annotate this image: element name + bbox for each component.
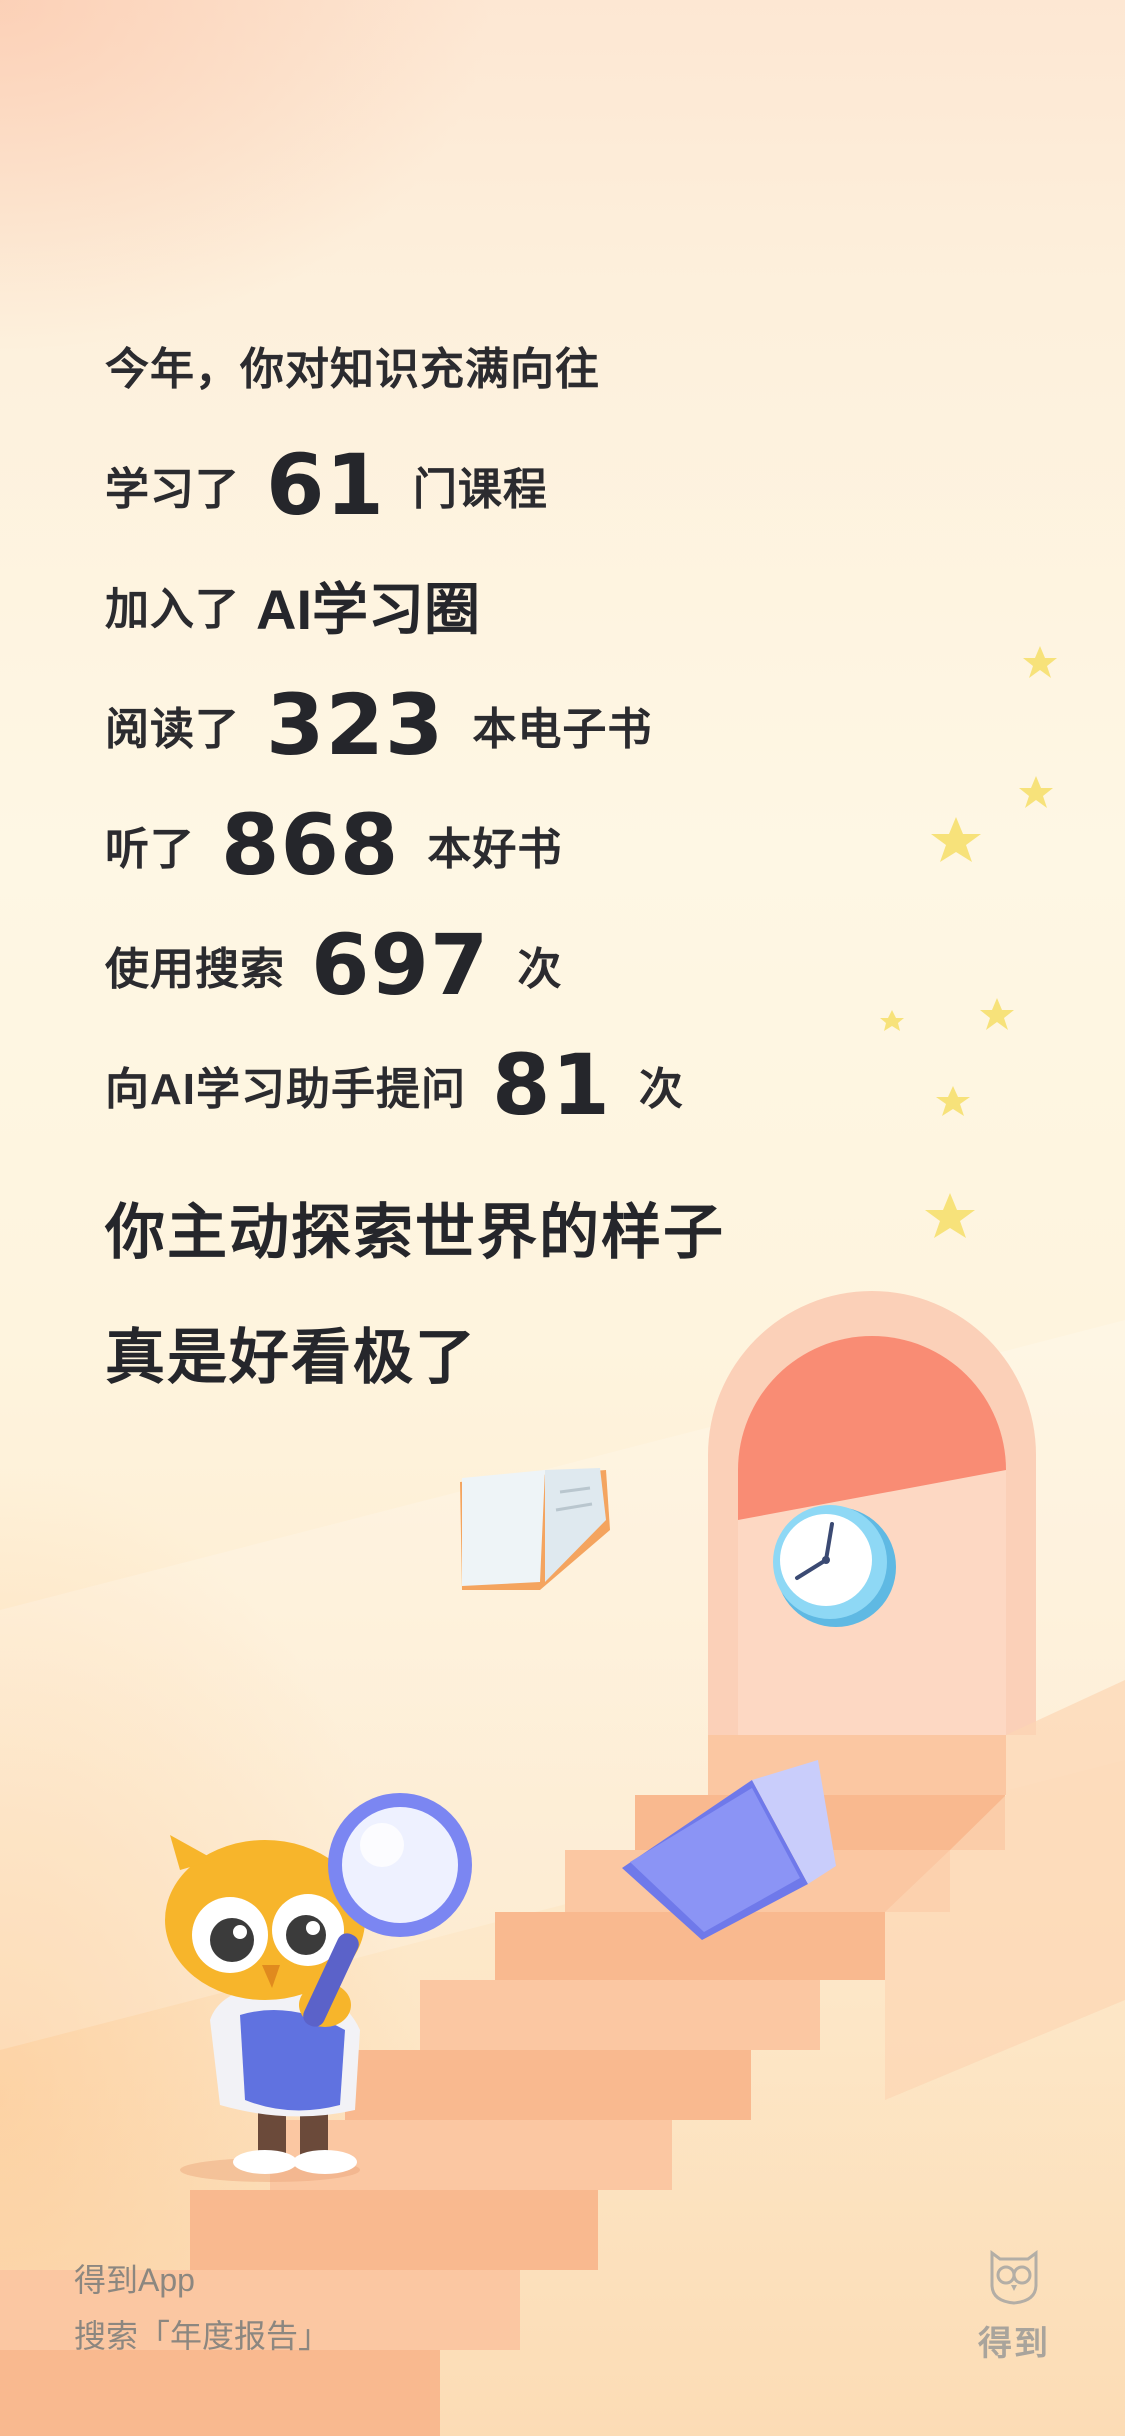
search-count: 697: [311, 916, 490, 1014]
annual-stats: 今年，你对知识充满向往 学习了 61 门课程 加入了 AI学习圈 阅读了 323…: [105, 305, 1005, 1145]
search-suffix: 次: [517, 945, 563, 994]
ebooks-line: 阅读了 323 本电子书: [105, 665, 1005, 785]
search-hint: 搜索「年度报告」: [74, 2318, 331, 2354]
circle-name: AI学习圈: [256, 577, 480, 641]
ebooks-suffix: 本电子书: [472, 705, 653, 754]
courses-suffix: 门课程: [412, 465, 548, 514]
intro-text: 今年，你对知识充满向往: [105, 345, 600, 394]
ai-questions-count: 81: [492, 1036, 611, 1134]
circle-prefix: 加入了: [105, 585, 240, 634]
search-prefix: 使用搜索: [105, 945, 285, 994]
intro-line: 今年，你对知识充满向往: [105, 305, 1005, 425]
ebooks-prefix: 阅读了: [105, 705, 240, 754]
closing-statement: 你主动探索世界的样子 真是好看极了: [105, 1170, 1005, 1420]
brand-mark: 得到: [968, 2245, 1060, 2365]
listened-count: 868: [221, 796, 400, 894]
circle-line: 加入了 AI学习圈: [105, 545, 1005, 665]
listened-prefix: 听了: [105, 825, 195, 874]
ai-questions-prefix: 向AI学习助手提问: [105, 1065, 466, 1114]
brand-name: 得到: [978, 2325, 1050, 2363]
ebooks-count: 323: [266, 676, 445, 774]
footer-info: 得到App 搜索「年度报告」: [74, 2252, 330, 2364]
listened-suffix: 本好书: [427, 825, 563, 874]
ai-questions-suffix: 次: [638, 1065, 684, 1114]
app-name: 得到App: [74, 2262, 195, 2298]
closing-line-2: 真是好看极了: [105, 1324, 477, 1391]
search-line: 使用搜索 697 次: [105, 905, 1005, 1025]
listened-line: 听了 868 本好书: [105, 785, 1005, 905]
owl-logo-icon: [990, 2250, 1038, 2305]
courses-prefix: 学习了: [105, 465, 240, 514]
closing-line-1: 你主动探索世界的样子: [105, 1199, 725, 1266]
ai-questions-line: 向AI学习助手提问 81 次: [105, 1025, 1005, 1145]
courses-line: 学习了 61 门课程: [105, 425, 1005, 545]
courses-count: 61: [266, 436, 385, 534]
